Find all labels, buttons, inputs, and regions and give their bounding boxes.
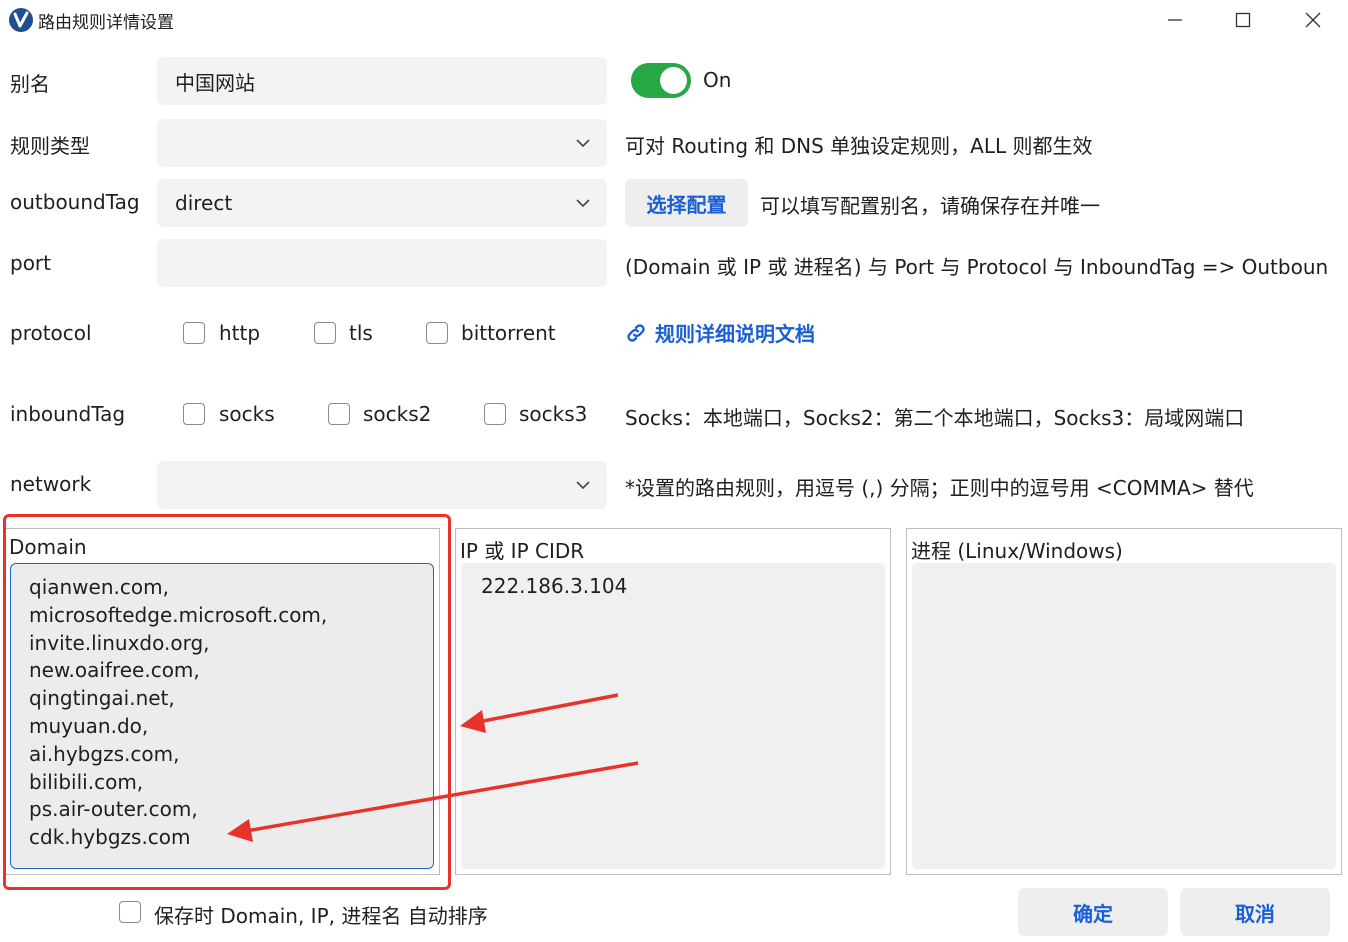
inbound-socks2-checkbox[interactable] <box>328 403 350 425</box>
v-logo-icon <box>9 8 33 32</box>
port-input[interactable] <box>157 239 607 287</box>
inbound-socks2-label: socks2 <box>363 402 432 426</box>
ip-text: 222.186.3.104 <box>481 574 628 598</box>
network-hint: *设置的路由规则，用逗号 (,) 分隔；正则中的逗号用 <COMMA> 替代 <box>625 476 1254 500</box>
close-button[interactable] <box>1285 2 1341 38</box>
ok-button[interactable]: 确定 <box>1018 888 1168 936</box>
inbound-socks3-checkbox[interactable] <box>484 403 506 425</box>
ip-pane-title: IP 或 IP CIDR <box>460 539 585 563</box>
maximize-button[interactable] <box>1215 2 1271 38</box>
window-title: 路由规则详情设置 <box>38 13 174 33</box>
network-select[interactable] <box>157 461 607 509</box>
rule-type-label: 规则类型 <box>10 134 90 158</box>
alias-input[interactable]: 中国网站 <box>157 57 607 105</box>
cancel-button[interactable]: 取消 <box>1180 888 1330 936</box>
protocol-http-label: http <box>219 321 261 345</box>
ip-pane: IP 或 IP CIDR 222.186.3.104 <box>455 528 891 875</box>
inbound-tag-label: inboundTag <box>10 402 126 426</box>
protocol-bittorrent-label: bittorrent <box>461 321 556 345</box>
protocol-tls-label: tls <box>349 321 373 345</box>
process-textarea[interactable] <box>912 563 1336 869</box>
close-icon <box>1305 12 1321 28</box>
auto-sort-checkbox[interactable] <box>119 901 141 923</box>
enabled-toggle[interactable] <box>631 63 691 98</box>
rule-type-hint: 可对 Routing 和 DNS 单独设定规则，ALL 则都生效 <box>625 134 1093 158</box>
protocol-bittorrent-checkbox[interactable] <box>426 322 448 344</box>
toggle-knob <box>660 67 687 94</box>
rule-type-select[interactable] <box>157 119 607 167</box>
process-pane: 进程 (Linux/Windows) <box>906 528 1342 875</box>
chevron-down-icon <box>576 199 590 208</box>
outbound-tag-value: direct <box>175 191 233 215</box>
inbound-socks-label: socks <box>219 402 275 426</box>
minimize-button[interactable] <box>1147 2 1203 38</box>
chevron-down-icon <box>576 481 590 490</box>
rule-doc-link[interactable]: 规则详细说明文档 <box>625 318 815 347</box>
select-config-button[interactable]: 选择配置 <box>625 179 748 227</box>
inbound-socks-checkbox[interactable] <box>183 403 205 425</box>
ip-textarea[interactable]: 222.186.3.104 <box>461 563 885 869</box>
rule-doc-link-text: 规则详细说明文档 <box>655 322 815 346</box>
link-icon <box>627 323 645 342</box>
port-hint: (Domain 或 IP 或 进程名) 与 Port 与 Protocol 与 … <box>625 255 1329 279</box>
protocol-tls-checkbox[interactable] <box>314 322 336 344</box>
toggle-state-label: On <box>703 68 732 92</box>
protocol-http-checkbox[interactable] <box>183 322 205 344</box>
protocol-label: protocol <box>10 321 92 345</box>
minimize-icon <box>1168 19 1182 21</box>
inbound-socks3-label: socks3 <box>519 402 588 426</box>
chevron-down-icon <box>576 139 590 148</box>
outbound-tag-select[interactable]: direct <box>157 179 607 227</box>
inbound-tag-hint: Socks：本地端口，Socks2：第二个本地端口，Socks3：局域网端口 <box>625 406 1245 430</box>
port-label: port <box>10 251 51 275</box>
outbound-tag-hint: 可以填写配置别名，请确保存在并唯一 <box>760 194 1100 218</box>
annotation-highlight-box <box>3 514 451 890</box>
auto-sort-label: 保存时 Domain, IP, 进程名 自动排序 <box>154 904 488 928</box>
process-pane-title: 进程 (Linux/Windows) <box>911 539 1123 563</box>
alias-label: 别名 <box>10 72 50 96</box>
outbound-tag-label: outboundTag <box>10 190 140 214</box>
network-label: network <box>10 472 92 496</box>
alias-value: 中国网站 <box>175 70 255 95</box>
maximize-icon <box>1235 12 1251 28</box>
